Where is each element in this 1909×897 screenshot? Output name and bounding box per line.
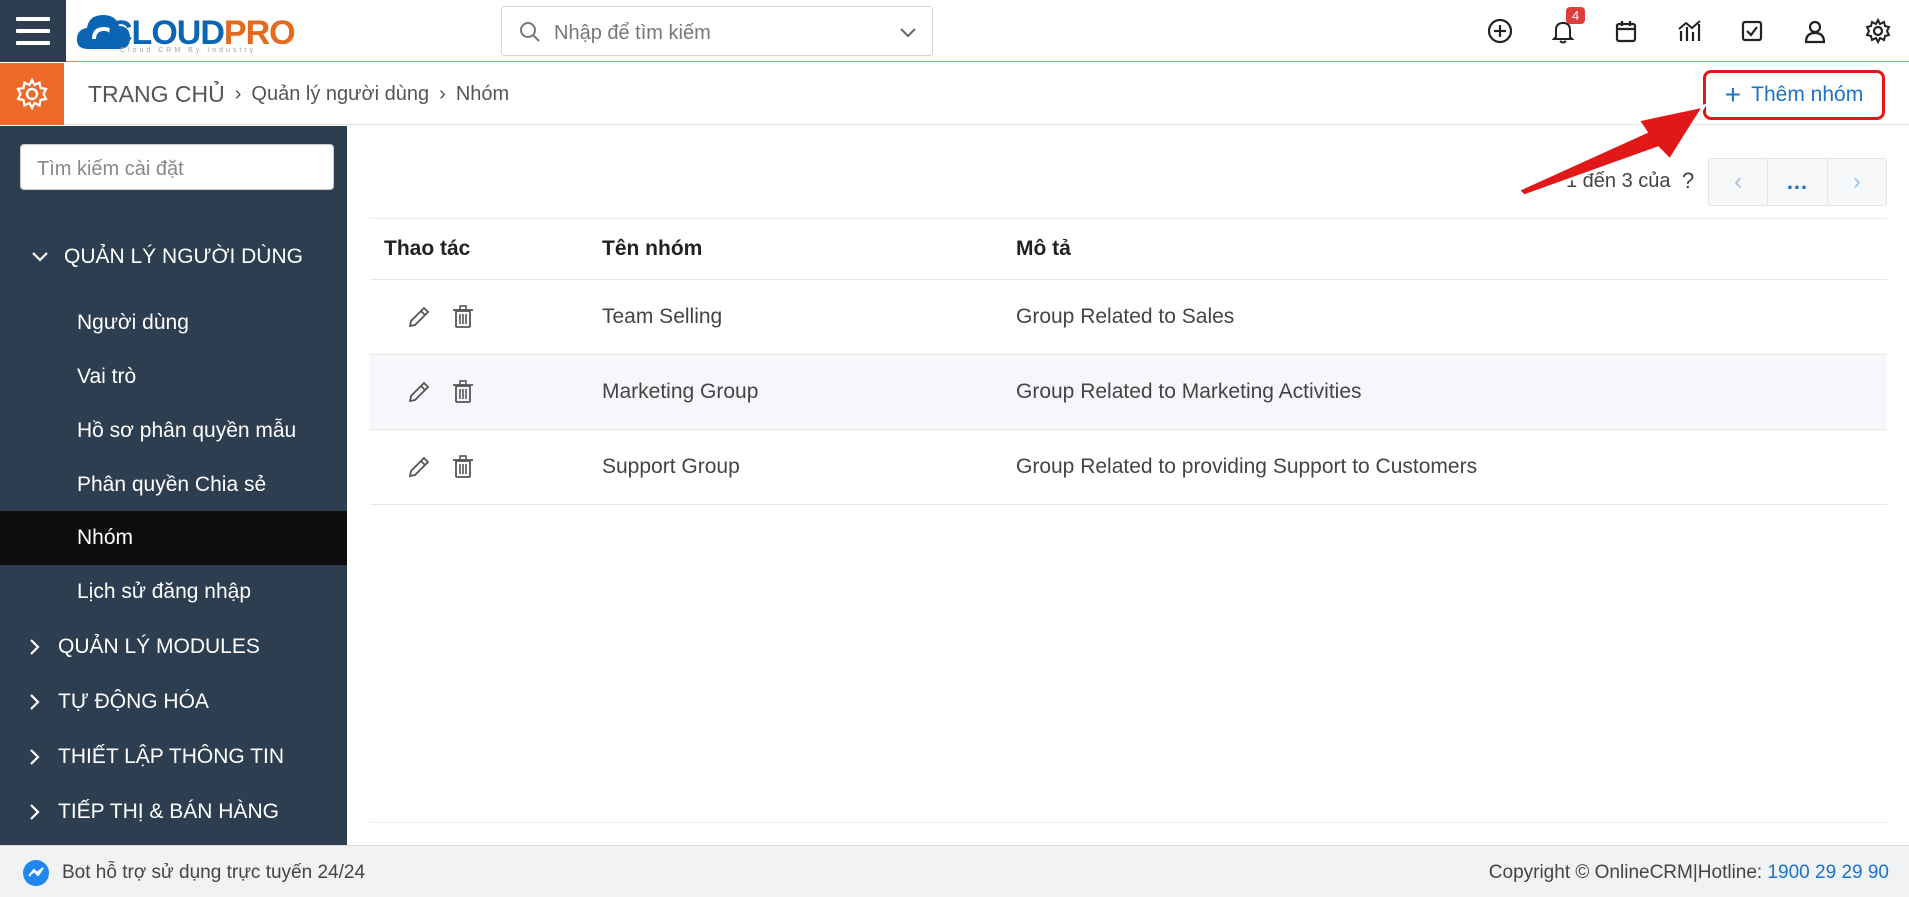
prev-page-button[interactable]: ‹ xyxy=(1709,159,1769,205)
chevron-down-icon[interactable] xyxy=(898,22,918,42)
top-bar: CLOUDPRO Cloud CRM By Industry Nhập để t… xyxy=(0,0,1909,62)
sidebar-item-users[interactable]: Người dùng xyxy=(0,296,347,350)
user-profile-icon[interactable] xyxy=(1783,0,1846,62)
chevron-right-icon xyxy=(24,803,44,821)
section-label: TIẾP THỊ & BÁN HÀNG xyxy=(58,800,279,823)
table-header-row: Thao tác Tên nhóm Mô tả xyxy=(370,218,1887,280)
section-label: QUẢN LÝ MODULES xyxy=(58,635,260,658)
table-row[interactable]: Marketing Group Group Related to Marketi… xyxy=(370,355,1887,430)
group-name-cell[interactable]: Team Selling xyxy=(602,280,722,354)
breadcrumb-separator-icon: › xyxy=(439,83,446,105)
search-icon xyxy=(520,22,540,42)
groups-table: Thao tác Tên nhóm Mô tả Team Selling Gro… xyxy=(370,218,1887,505)
settings-search-input[interactable]: Tìm kiếm cài đặt xyxy=(20,144,334,190)
plus-icon: + xyxy=(1724,79,1742,110)
sidebar-item-label: Phân quyền Chia sẻ xyxy=(77,473,267,496)
table-row[interactable]: Support Group Group Related to providing… xyxy=(370,430,1887,505)
reports-chart-icon[interactable] xyxy=(1657,0,1720,62)
chevron-right-icon xyxy=(24,748,44,766)
section-label: THIẾT LẬP THÔNG TIN xyxy=(58,745,284,768)
search-placeholder: Nhập để tìm kiếm xyxy=(554,22,711,44)
edit-pencil-icon[interactable] xyxy=(406,454,432,480)
support-bot-link[interactable]: Bot hỗ trợ sử dụng trực tuyến 24/24 xyxy=(22,859,365,887)
section-label: QUẢN LÝ NGƯỜI DÙNG xyxy=(64,245,303,268)
sidebar-item-label: Lịch sử đăng nhập xyxy=(77,580,252,603)
row-actions xyxy=(406,280,476,354)
add-icon[interactable] xyxy=(1468,0,1531,62)
settings-search-placeholder: Tìm kiếm cài đặt xyxy=(37,158,184,180)
breadcrumb: TRANG CHỦ › Quản lý người dùng › Nhóm xyxy=(88,81,509,108)
copyright: Copyright © OnlineCRM|Hotline: 1900 29 2… xyxy=(1489,862,1889,884)
chevron-left-icon: ‹ xyxy=(1734,168,1743,195)
section-label: TỰ ĐỘNG HÓA xyxy=(58,690,209,713)
column-header-description[interactable]: Mô tả xyxy=(1016,219,1071,279)
sidebar-item-label: Hồ sơ phân quyền mẫu xyxy=(77,419,297,442)
sidebar-item-roles[interactable]: Vai trò xyxy=(0,350,347,404)
sidebar-item-login-history[interactable]: Lịch sử đăng nhập xyxy=(0,565,347,619)
column-header-group-name[interactable]: Tên nhóm xyxy=(602,219,702,279)
row-actions xyxy=(406,430,476,504)
breadcrumb-separator-icon: › xyxy=(234,83,242,105)
sidebar-item-sharing[interactable]: Phân quyền Chia sẻ xyxy=(0,458,347,512)
settings-sidebar: Tìm kiếm cài đặt QUẢN LÝ NGƯỜI DÙNG Ngườ… xyxy=(0,126,347,845)
sidebar-item-label: Nhóm xyxy=(77,526,134,549)
breadcrumb-home[interactable]: TRANG CHỦ xyxy=(88,81,225,108)
group-name-cell[interactable]: Marketing Group xyxy=(602,355,758,429)
group-description-cell: Group Related to Sales xyxy=(1016,305,1235,328)
red-arrow-annotation-icon xyxy=(1515,103,1708,198)
content-bottom-divider xyxy=(370,822,1887,823)
delete-trash-icon[interactable] xyxy=(450,304,476,330)
next-page-button[interactable]: › xyxy=(1828,159,1886,205)
add-group-label: Thêm nhóm xyxy=(1751,83,1864,106)
tasks-checkbox-icon[interactable] xyxy=(1720,0,1783,62)
footer: Bot hỗ trợ sử dụng trực tuyến 24/24 Copy… xyxy=(0,845,1909,897)
section-user-management[interactable]: QUẢN LÝ NGƯỜI DÙNG xyxy=(0,240,347,274)
column-header-actions: Thao tác xyxy=(384,237,471,260)
sidebar-item-label: Người dùng xyxy=(77,311,189,334)
notification-bell-icon[interactable]: 4 xyxy=(1531,0,1594,62)
sidebar-item-groups[interactable]: Nhóm xyxy=(0,511,347,565)
chevron-right-icon xyxy=(24,638,44,656)
copyright-text: Copyright © OnlineCRM|Hotline: xyxy=(1488,862,1768,883)
group-name-cell[interactable]: Support Group xyxy=(602,430,740,504)
hotline-link[interactable]: 1900 29 29 90 xyxy=(1767,862,1889,883)
edit-pencil-icon[interactable] xyxy=(406,304,432,330)
calendar-icon[interactable] xyxy=(1594,0,1657,62)
edit-pencil-icon[interactable] xyxy=(406,379,432,405)
support-bot-text: Bot hỗ trợ sử dụng trực tuyến 24/24 xyxy=(62,862,366,883)
chevron-right-icon xyxy=(24,693,44,711)
section-info-setup[interactable]: THIẾT LẬP THÔNG TIN xyxy=(0,740,347,774)
messenger-icon xyxy=(23,860,49,886)
chevron-right-icon: › xyxy=(1852,168,1861,195)
menu-icon[interactable] xyxy=(0,0,66,62)
delete-trash-icon[interactable] xyxy=(450,379,476,405)
section-modules[interactable]: QUẢN LÝ MODULES xyxy=(0,630,347,664)
section-marketing-sales[interactable]: TIẾP THỊ & BÁN HÀNG xyxy=(0,795,347,829)
notification-badge: 4 xyxy=(1566,7,1586,24)
group-description-cell: Group Related to Marketing Activities xyxy=(1016,380,1362,403)
add-group-button[interactable]: + Thêm nhóm xyxy=(1703,70,1885,120)
table-row[interactable]: Team Selling Group Related to Sales xyxy=(370,280,1887,355)
row-actions xyxy=(406,355,476,429)
pagination-controls: ‹ ... › xyxy=(1708,158,1887,206)
sidebar-item-profiles[interactable]: Hồ sơ phân quyền mẫu xyxy=(0,404,347,458)
sidebar-item-label: Vai trò xyxy=(77,365,137,388)
breadcrumb-current: Nhóm xyxy=(455,83,510,105)
cloudpro-logo[interactable]: CLOUDPRO Cloud CRM By Industry xyxy=(74,5,304,55)
breadcrumb-user-management[interactable]: Quản lý người dùng xyxy=(251,83,429,106)
section-automation[interactable]: TỰ ĐỘNG HÓA xyxy=(0,685,347,719)
settings-gear-icon[interactable] xyxy=(1846,0,1909,62)
group-description-cell: Group Related to providing Support to Cu… xyxy=(1016,455,1478,478)
global-search-input[interactable]: Nhập để tìm kiếm xyxy=(501,6,933,56)
chevron-down-icon xyxy=(30,248,50,266)
delete-trash-icon[interactable] xyxy=(450,454,476,480)
logo-tagline: Cloud CRM By Industry xyxy=(120,47,257,54)
settings-gear-icon[interactable] xyxy=(0,63,64,125)
page-more-button[interactable]: ... xyxy=(1768,159,1828,205)
